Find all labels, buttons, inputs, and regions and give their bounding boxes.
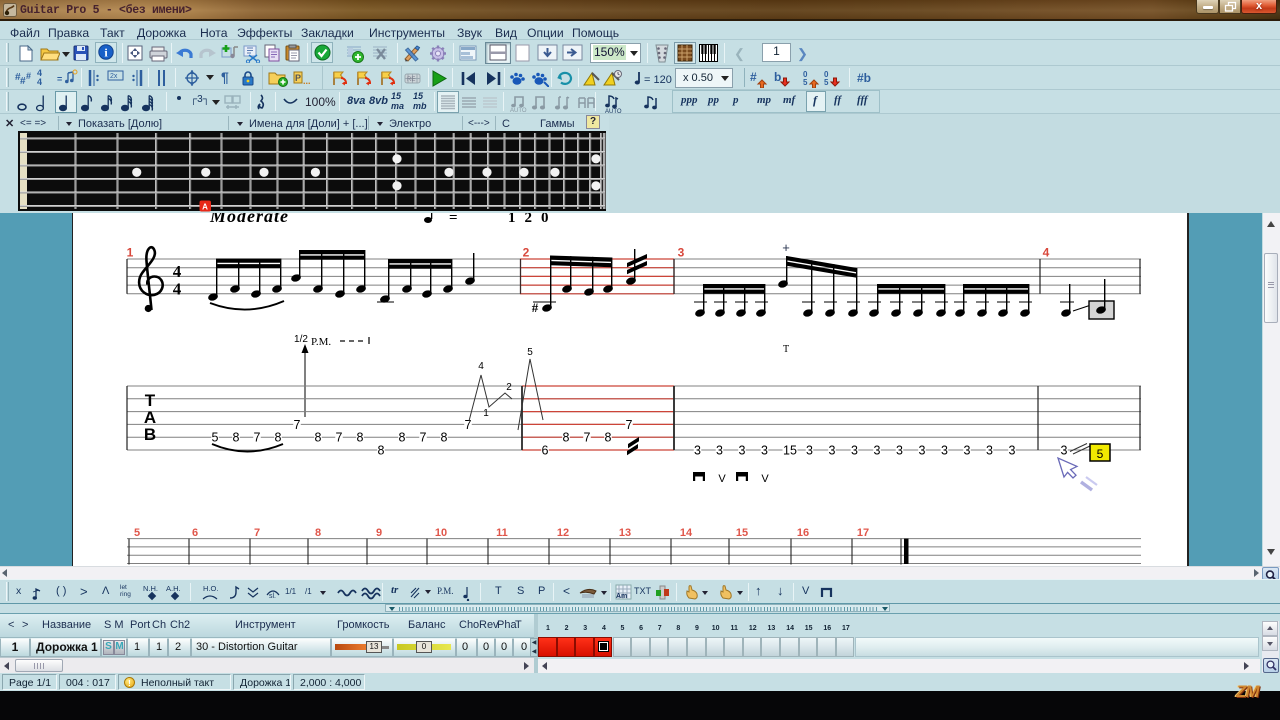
svg-text:8: 8 [275, 431, 282, 445]
svg-text:8: 8 [315, 527, 321, 539]
svg-text:8: 8 [399, 431, 406, 445]
svg-text:3: 3 [874, 444, 881, 458]
svg-text:7: 7 [465, 418, 472, 432]
svg-text:5: 5 [803, 78, 808, 87]
svg-text:4: 4 [173, 280, 182, 299]
svg-text:V: V [761, 473, 769, 485]
svg-text:...: ... [303, 76, 311, 86]
svg-text:T: T [783, 344, 789, 355]
svg-text:15: 15 [736, 527, 748, 539]
svg-text:7: 7 [420, 431, 427, 445]
svg-text:7: 7 [254, 431, 261, 445]
svg-text:8: 8 [563, 431, 570, 445]
svg-text:5: 5 [134, 527, 140, 539]
svg-text:RE: RE [407, 77, 415, 83]
svg-text:8: 8 [315, 431, 322, 445]
svg-text:10: 10 [435, 527, 447, 539]
svg-text:4: 4 [478, 361, 484, 372]
svg-text:3: 3 [941, 444, 948, 458]
svg-text:3: 3 [739, 444, 746, 458]
svg-text:3: 3 [761, 444, 768, 458]
svg-text:8: 8 [605, 431, 612, 445]
svg-text:V: V [718, 473, 726, 485]
svg-text:9: 9 [376, 527, 382, 539]
svg-text:=: = [449, 213, 458, 226]
svg-text:#: # [750, 70, 757, 84]
svg-text:5: 5 [824, 78, 829, 87]
svg-text:120: 120 [508, 213, 558, 226]
svg-text:#b: #b [857, 71, 871, 85]
svg-text:5: 5 [212, 431, 219, 445]
svg-text:3: 3 [986, 444, 993, 458]
svg-text:sl.: sl. [269, 593, 276, 600]
svg-text:17: 17 [857, 527, 869, 539]
svg-text:6: 6 [192, 527, 198, 539]
svg-text:5: 5 [1097, 447, 1104, 461]
svg-text:12: 12 [557, 527, 569, 539]
svg-text:8: 8 [441, 431, 448, 445]
svg-text:4: 4 [173, 262, 182, 281]
svg-text:3: 3 [851, 444, 858, 458]
svg-text:4: 4 [1043, 246, 1050, 260]
svg-text:8: 8 [357, 431, 364, 445]
svg-text:11: 11 [496, 527, 508, 539]
svg-text:1/2: 1/2 [294, 334, 308, 345]
svg-text:7: 7 [336, 431, 343, 445]
svg-text:1: 1 [127, 246, 134, 260]
svg-text:6: 6 [542, 444, 549, 458]
svg-text:3: 3 [829, 444, 836, 458]
svg-text:Moderate: Moderate [209, 213, 289, 226]
svg-text:2x: 2x [110, 73, 118, 80]
svg-text:7: 7 [254, 527, 260, 539]
svg-text:= 120: = 120 [644, 74, 672, 86]
svg-text:=: = [57, 74, 62, 84]
svg-text:16: 16 [797, 527, 809, 539]
svg-text:P.M.: P.M. [311, 336, 331, 348]
svg-text:3: 3 [964, 444, 971, 458]
svg-text:8: 8 [378, 444, 385, 458]
svg-text:7: 7 [626, 418, 633, 432]
svg-text:3: 3 [919, 444, 926, 458]
svg-text:3: 3 [1009, 444, 1016, 458]
svg-text:A: A [202, 203, 208, 212]
svg-text:8: 8 [233, 431, 240, 445]
svg-text:#: # [26, 71, 31, 81]
svg-text:B: B [144, 425, 156, 444]
svg-text:7: 7 [294, 418, 301, 432]
svg-text:14: 14 [680, 527, 693, 539]
svg-text:2: 2 [523, 246, 530, 260]
svg-text:3: 3 [896, 444, 903, 458]
svg-text:1: 1 [483, 408, 489, 419]
svg-text:Am: Am [616, 593, 627, 600]
svg-text:3: 3 [694, 444, 701, 458]
svg-text:3: 3 [678, 246, 685, 260]
svg-text:+: + [782, 240, 790, 255]
svg-text:3: 3 [1061, 444, 1068, 458]
svg-text:5: 5 [527, 347, 533, 358]
svg-text:13: 13 [619, 527, 631, 539]
svg-text:3: 3 [716, 444, 723, 458]
svg-text:7: 7 [584, 431, 591, 445]
svg-text:AUTO: AUTO [605, 109, 622, 113]
svg-text:2: 2 [506, 382, 512, 393]
svg-text:3: 3 [806, 444, 813, 458]
svg-text:P: P [295, 73, 301, 83]
svg-text:15: 15 [783, 444, 797, 458]
svg-text:AUTO: AUTO [510, 108, 527, 113]
